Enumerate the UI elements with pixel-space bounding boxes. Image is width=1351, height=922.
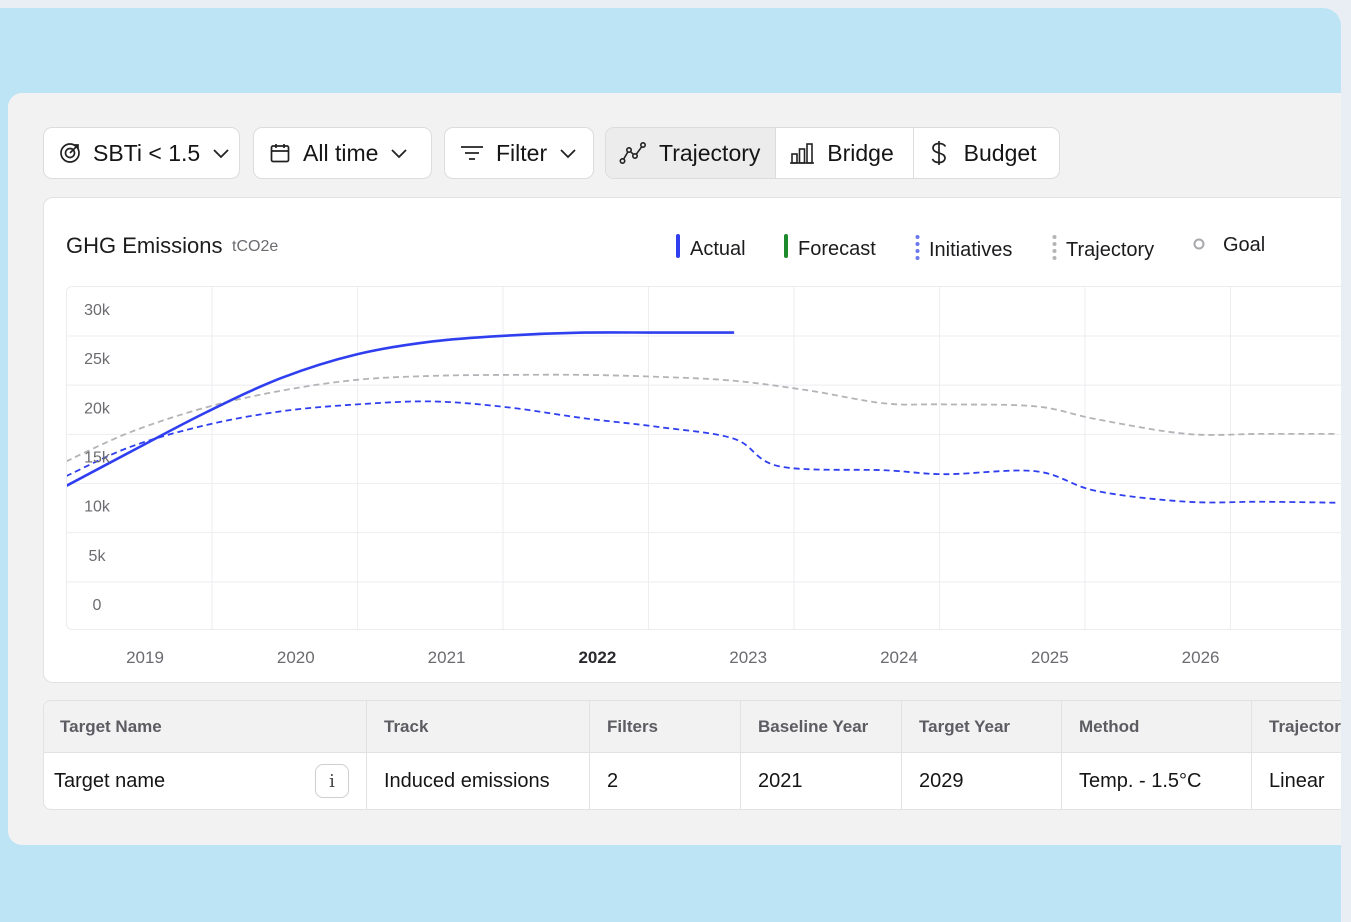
emissions-chart-card: GHG Emissions tCO2e Actual Forecast Init… — [43, 197, 1341, 683]
legend-swatch-initiatives — [915, 234, 920, 266]
dashboard-panel: SBTi < 1.5 All time Filter Trajectory Br… — [8, 93, 1341, 845]
cell-filters: 2 — [590, 753, 741, 809]
tab-trajectory[interactable]: Trajectory — [606, 128, 777, 178]
info-icon[interactable]: i — [315, 764, 349, 798]
header-filters[interactable]: Filters — [590, 701, 741, 753]
header-baseline-year[interactable]: Baseline Year — [741, 701, 902, 753]
legend-goal[interactable]: Goal — [1192, 234, 1265, 257]
y-tick-label: 10k — [84, 499, 111, 516]
x-tick-label: 2025 — [1030, 648, 1069, 667]
y-tick-label: 30k — [84, 302, 111, 319]
legend-swatch-forecast — [784, 234, 789, 264]
legend-actual[interactable]: Actual — [676, 234, 746, 264]
legend-swatch-trajectory — [1052, 234, 1057, 266]
calendar-icon — [269, 142, 291, 164]
legend-forecast[interactable]: Forecast — [784, 234, 876, 264]
header-target-name[interactable]: Target Name — [44, 701, 367, 753]
tab-trajectory-label: Trajectory — [659, 139, 761, 166]
filter-select-label: Filter — [496, 139, 548, 166]
y-tick-label: 0 — [93, 597, 102, 614]
x-tick-label: 2020 — [276, 648, 315, 667]
target-select-label: SBTi < 1.5 — [93, 139, 201, 166]
legend-initiatives[interactable]: Initiatives — [915, 234, 1012, 266]
x-tick-label: 2024 — [880, 648, 918, 667]
chart-unit: tCO2e — [232, 238, 279, 255]
series-line-actual — [67, 331, 735, 487]
time-select[interactable]: All time — [253, 127, 432, 179]
header-trajectory[interactable]: Trajectory — [1252, 701, 1341, 753]
x-axis-labels: 201920202021202220232024202520262 — [44, 648, 1341, 672]
header-target-year[interactable]: Target Year — [902, 701, 1062, 753]
cell-trajectory: Linear — [1269, 769, 1325, 792]
legend-label: Initiatives — [929, 238, 1013, 261]
x-tick-label: 2022 — [578, 648, 617, 667]
x-tick-label: 2023 — [729, 648, 768, 667]
y-tick-label: 25k — [84, 351, 111, 368]
view-tabs: Trajectory Bridge Budget — [605, 127, 1060, 179]
header-track[interactable]: Track — [367, 701, 590, 753]
target-icon — [59, 142, 81, 164]
targets-table: Target Name Track Filters Baseline Year … — [43, 700, 1341, 810]
filter-icon — [460, 144, 484, 162]
filter-select[interactable]: Filter — [444, 127, 594, 179]
series-line-initiatives — [67, 400, 1338, 504]
table-header: Target Name Track Filters Baseline Year … — [44, 701, 1341, 753]
x-tick-label: 2019 — [126, 648, 164, 667]
tab-budget-label: Budget — [963, 139, 1037, 166]
y-tick-label: 5k — [89, 548, 107, 565]
cell-method: Temp. - 1.5°C — [1062, 753, 1252, 809]
chevron-down-icon — [212, 147, 230, 159]
header-method[interactable]: Method — [1062, 701, 1252, 753]
chart-title: GHG Emissions — [66, 233, 223, 258]
legend-label: Actual — [690, 237, 746, 260]
y-tick-label: 15k — [84, 450, 111, 467]
target-select[interactable]: SBTi < 1.5 — [43, 127, 240, 179]
x-tick-label: 2021 — [427, 648, 466, 667]
legend-trajectory[interactable]: Trajectory — [1052, 234, 1154, 266]
cell-track: Induced emissions — [367, 753, 590, 809]
chevron-down-icon — [390, 147, 408, 159]
legend-label: Goal — [1223, 234, 1266, 256]
cell-baseline-year: 2021 — [741, 753, 902, 809]
legend-swatch-goal — [1192, 234, 1206, 257]
cell-target-year: 2029 — [902, 753, 1062, 809]
tab-bridge[interactable]: Bridge — [776, 128, 914, 178]
tab-bridge-label: Bridge — [827, 139, 894, 166]
time-select-label: All time — [303, 139, 379, 166]
chevron-down-icon — [559, 147, 577, 159]
trajectory-icon — [619, 141, 647, 165]
bar-chart-icon — [789, 142, 815, 164]
legend-swatch-actual — [676, 234, 681, 264]
tab-budget[interactable]: Budget — [914, 128, 1059, 178]
legend-label: Trajectory — [1066, 238, 1155, 261]
dollar-icon — [930, 140, 948, 166]
legend-label: Forecast — [798, 237, 876, 260]
chart-svg: 30k 25k 20k 15k 10k 5k 0 — [67, 287, 1341, 629]
x-tick-label: 2026 — [1181, 648, 1220, 667]
chart-plot-area: 30k 25k 20k 15k 10k 5k 0 — [66, 286, 1341, 630]
y-tick-label: 20k — [84, 400, 111, 417]
